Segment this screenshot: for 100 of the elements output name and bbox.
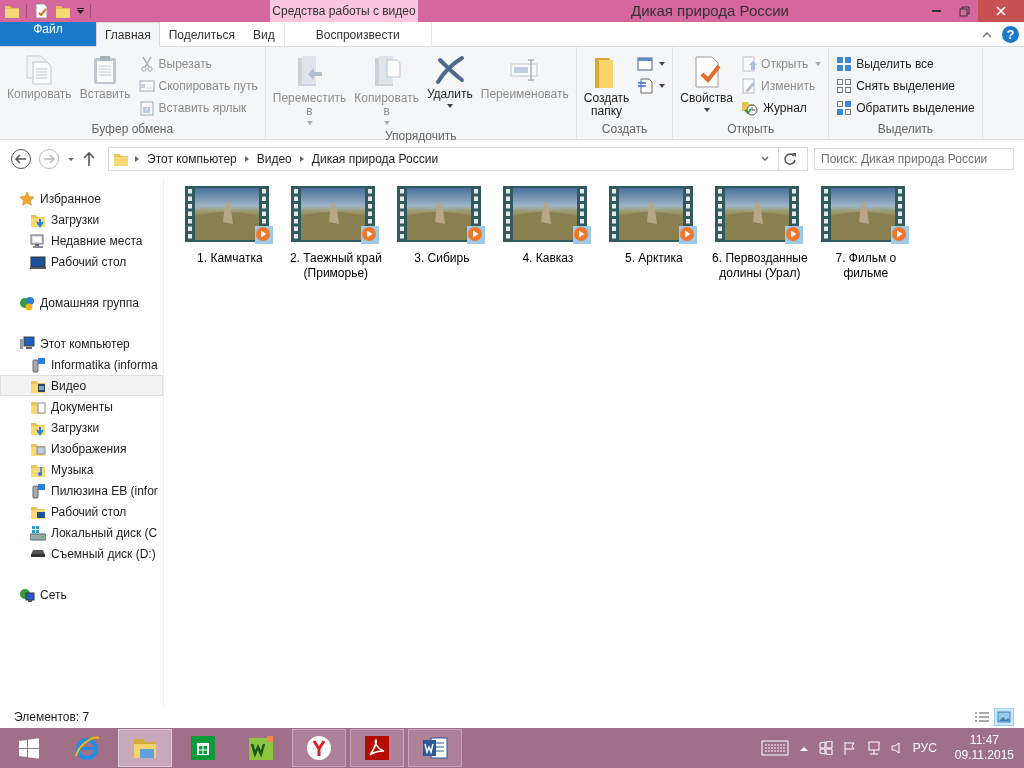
delete-icon xyxy=(433,54,466,86)
ribbon-button[interactable]: Снять выделение xyxy=(833,75,978,97)
history-icon xyxy=(741,100,760,116)
navigation-item[interactable]: Загрузки xyxy=(0,209,163,230)
navigation-item[interactable]: Загрузки xyxy=(0,417,163,438)
view-button[interactable] xyxy=(994,708,1014,726)
monitor-icon xyxy=(30,232,46,249)
video-file[interactable]: 2. Таежный край (Приморье) xyxy=(287,186,384,281)
clock-date: 09.11.2015 xyxy=(954,748,1014,763)
back-button[interactable] xyxy=(10,148,32,170)
ribbon-button[interactable]: Журнал xyxy=(738,97,825,119)
ribbon-button[interactable]: Свойства xyxy=(677,51,737,121)
large-icons-view-icon xyxy=(996,710,1012,724)
navigation-item[interactable]: Этот компьютер xyxy=(0,333,163,354)
navigation-item[interactable]: Избранное xyxy=(0,188,163,209)
video-file[interactable]: 6. Первозданные долины (Урал) xyxy=(711,186,808,281)
ribbon-tab[interactable]: Воспроизвести xyxy=(283,22,432,46)
video-file[interactable]: 1. Камчатка xyxy=(181,186,278,281)
taskbar-button[interactable] xyxy=(350,729,404,767)
new-folder-icon xyxy=(55,3,71,19)
select-none-icon xyxy=(836,78,853,94)
address-bar[interactable]: Этот компьютер Видео Дикая природа России xyxy=(108,147,808,171)
folder-icon xyxy=(113,151,129,167)
minimize-icon xyxy=(931,10,941,12)
taskbar-button[interactable] xyxy=(292,729,346,767)
hard-drive-icon xyxy=(30,524,46,541)
navigation-item[interactable]: Пилюзина ЕВ (infor xyxy=(0,480,163,501)
up-arrow-icon xyxy=(82,151,96,167)
navigation-item[interactable]: Рабочий стол xyxy=(0,501,163,522)
properties-icon xyxy=(33,3,49,19)
navigation-item[interactable]: Документы xyxy=(0,396,163,417)
ribbon-button[interactable]: Обратить выделение xyxy=(833,97,978,119)
navigation-item[interactable]: Домашняя группа xyxy=(0,292,163,313)
select-all-icon xyxy=(836,56,853,72)
speaker-icon xyxy=(890,741,903,755)
caret-icon xyxy=(77,8,84,14)
group-label: Упорядочить xyxy=(384,128,458,144)
shopping-bag-icon xyxy=(189,734,217,762)
flag-icon xyxy=(842,741,857,755)
group-label: Буфер обмена xyxy=(90,121,175,138)
browser-icon xyxy=(305,734,333,762)
close-button[interactable] xyxy=(978,0,1024,22)
removable-drive-icon xyxy=(30,550,46,557)
star-icon xyxy=(19,190,35,207)
folder-icon xyxy=(4,3,20,19)
computer-icon xyxy=(19,335,35,352)
video-file[interactable]: 4. Кавказ xyxy=(499,186,596,281)
search-field[interactable]: Поиск: Дикая природа России xyxy=(814,148,1014,170)
navigation-item[interactable]: Рабочий стол xyxy=(0,251,163,272)
network-drive-icon xyxy=(30,356,46,373)
document-app-icon xyxy=(421,734,449,762)
pdf-reader-icon xyxy=(363,734,391,762)
new-item-icon xyxy=(637,56,656,72)
collapse-icon xyxy=(982,30,992,38)
ribbon-button[interactable]: Создать папку xyxy=(580,51,633,121)
language-indicator[interactable]: РУС xyxy=(912,741,937,755)
monitor-icon xyxy=(30,253,46,270)
edit-icon xyxy=(741,78,758,94)
group-label: Выделить xyxy=(876,121,935,138)
navigation-item[interactable]: Сеть xyxy=(0,584,163,605)
video-file[interactable]: 3. Сибирь xyxy=(393,186,490,281)
navigation-item[interactable]: Видео xyxy=(0,375,163,396)
scissors-icon xyxy=(138,56,155,72)
close-icon xyxy=(996,6,1006,16)
document-icon xyxy=(637,78,656,94)
network-icon xyxy=(866,741,881,755)
ribbon-button[interactable]: Удалить xyxy=(423,51,476,128)
windows-logo-icon xyxy=(18,737,40,759)
ribbon-button[interactable]: Выделить все xyxy=(833,53,978,75)
group-label: Создать xyxy=(600,121,649,138)
up-button[interactable] xyxy=(82,151,96,167)
network-drive-icon xyxy=(30,482,46,499)
network-icon xyxy=(19,586,35,603)
keyboard-icon xyxy=(760,739,789,757)
refresh-icon xyxy=(783,152,797,166)
windows-flag-icon xyxy=(818,741,833,755)
breadcrumb[interactable]: Этот компьютер xyxy=(145,152,239,166)
taskbar-button[interactable] xyxy=(408,729,462,767)
ribbon-tab[interactable]: Главная xyxy=(96,22,160,47)
navigation-item[interactable]: Локальный диск (С xyxy=(0,522,163,543)
breadcrumb[interactable]: Видео xyxy=(254,152,294,166)
path-icon xyxy=(138,78,155,94)
app-icon xyxy=(247,734,275,762)
breadcrumb[interactable]: Дикая природа России xyxy=(309,152,441,166)
navigation-item[interactable]: Informatika (informa xyxy=(0,354,163,375)
video-file[interactable]: 5. Арктика xyxy=(605,186,702,281)
invert-selection-icon xyxy=(836,100,853,116)
chevron-up-icon xyxy=(798,744,809,752)
navigation-item[interactable]: Изображения xyxy=(0,438,163,459)
navigation-item[interactable]: Съемный диск (D:) xyxy=(0,543,163,564)
tab-group-title: Средства работы с видео xyxy=(270,0,418,22)
restore-icon xyxy=(958,5,970,17)
clock-time: 11:47 xyxy=(969,733,999,748)
video-file[interactable]: 7. Фильм о фильме xyxy=(817,186,914,281)
ribbon-tab[interactable]: Файл xyxy=(0,22,96,46)
details-view-icon xyxy=(974,710,990,724)
help-button[interactable]: ? xyxy=(1002,25,1019,43)
navigation-item[interactable]: Музыка xyxy=(0,459,163,480)
navigation-item[interactable]: Недавние места xyxy=(0,230,163,251)
shortcut-icon xyxy=(138,100,155,116)
